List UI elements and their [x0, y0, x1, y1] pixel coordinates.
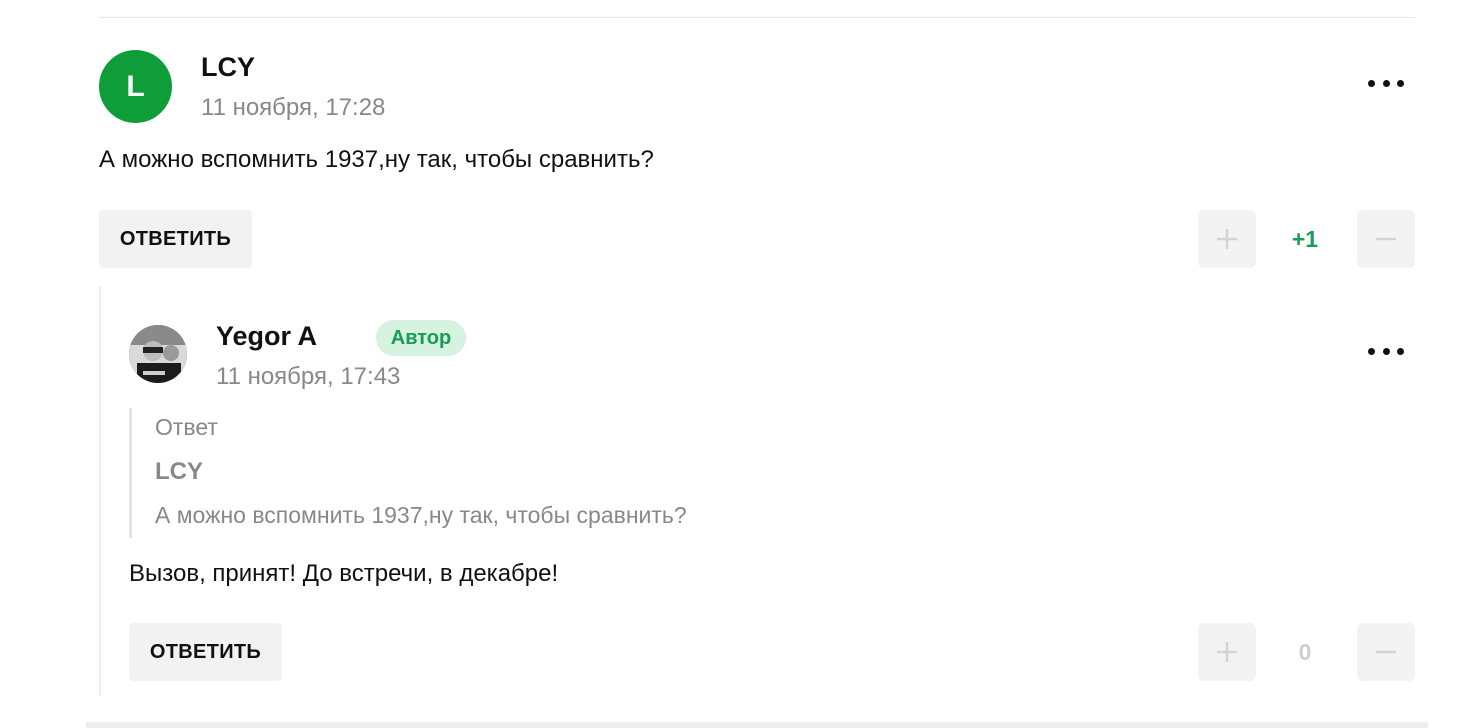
comment-text: Вызов, принят! До встречи, в декабре!: [129, 560, 559, 587]
minus-icon: [1376, 237, 1396, 241]
more-options-icon[interactable]: [1368, 76, 1404, 90]
quote-label: Ответ: [155, 414, 218, 440]
more-options-icon[interactable]: [1368, 344, 1404, 358]
downvote-button[interactable]: [1357, 210, 1415, 268]
avatar[interactable]: [129, 325, 187, 383]
quote-bar: [129, 408, 132, 538]
bottom-divider: [86, 722, 1428, 728]
comment-date: 11 ноября, 17:28: [201, 94, 386, 121]
quote-author[interactable]: LCY: [155, 458, 203, 486]
upvote-button[interactable]: [1198, 210, 1256, 268]
rating-count: 0: [1298, 639, 1312, 665]
top-divider: [99, 17, 1415, 18]
upvote-button[interactable]: [1198, 623, 1256, 681]
plus-icon: [1217, 229, 1237, 249]
author-name[interactable]: LCY: [201, 52, 255, 83]
reply-button[interactable]: ОТВЕТИТЬ: [99, 210, 252, 268]
author-name[interactable]: Yegor A: [216, 321, 317, 352]
avatar-letter: L: [126, 69, 145, 103]
plus-icon: [1217, 642, 1237, 662]
minus-icon: [1376, 650, 1396, 654]
downvote-button[interactable]: [1357, 623, 1415, 681]
user-photo-icon: [129, 325, 187, 383]
comment-date: 11 ноября, 17:43: [216, 363, 401, 390]
comment-text: А можно вспомнить 1937,ну так, чтобы сра…: [99, 146, 654, 173]
quote-text: А можно вспомнить 1937,ну так, чтобы сра…: [155, 502, 687, 528]
reply-button[interactable]: ОТВЕТИТЬ: [129, 623, 282, 681]
avatar[interactable]: L: [99, 50, 172, 123]
author-badge: Автор: [376, 320, 466, 356]
reply-thread-line: [99, 286, 101, 696]
rating-count: +1: [1291, 226, 1319, 252]
